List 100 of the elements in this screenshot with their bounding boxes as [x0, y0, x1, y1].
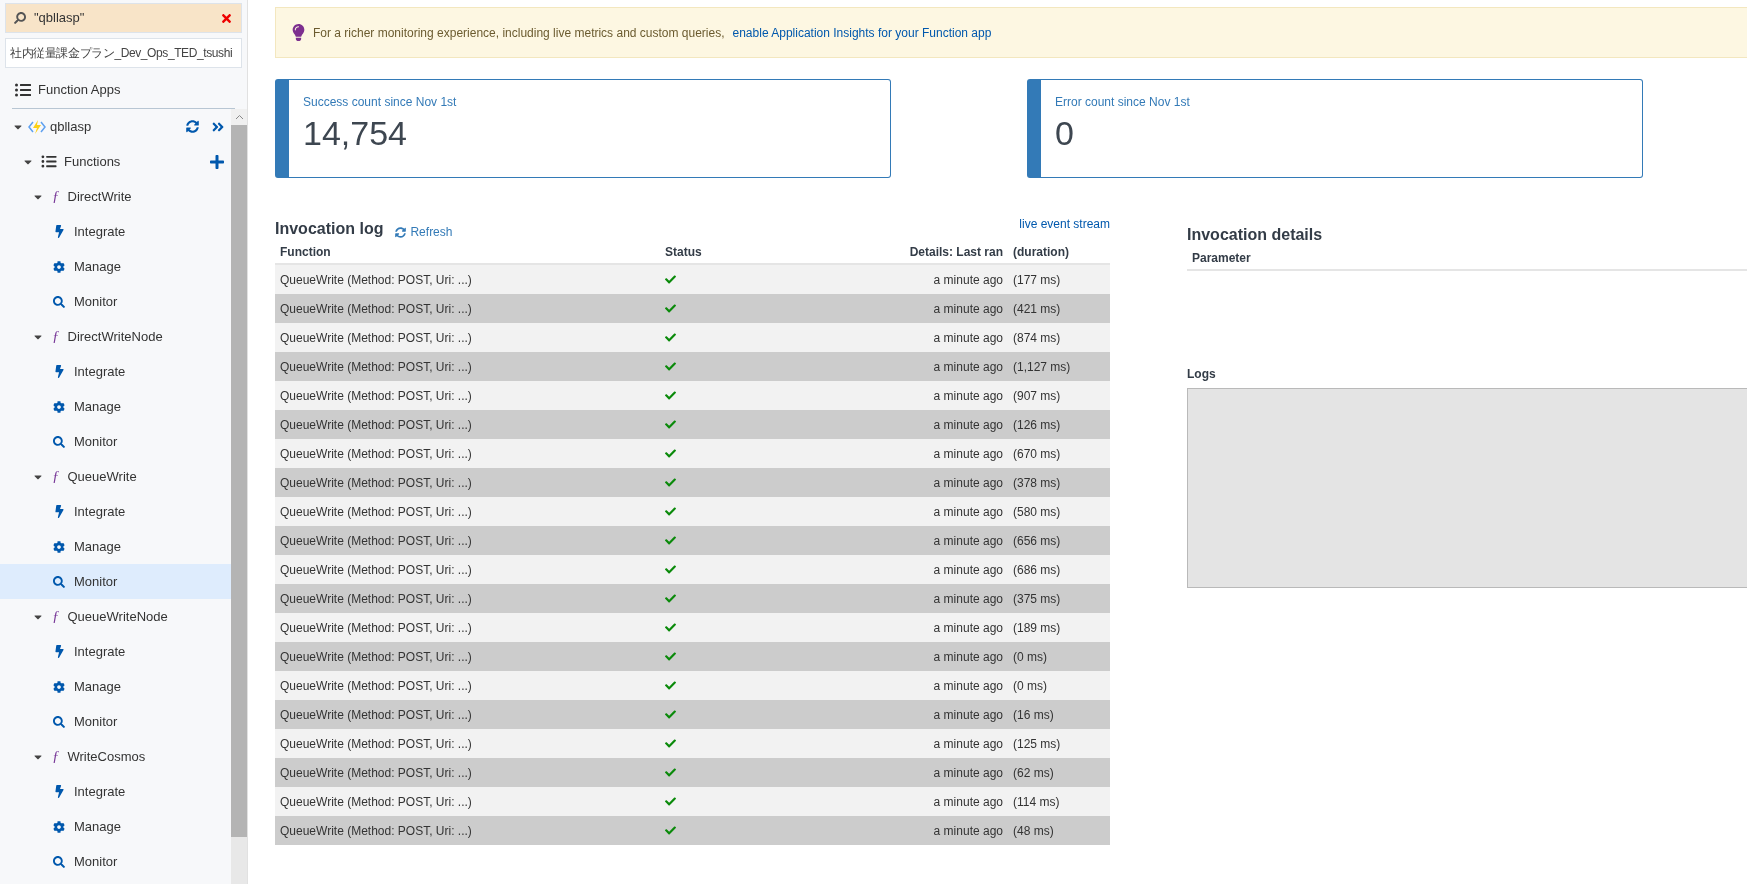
tree-item[interactable]: Monitor	[0, 284, 231, 319]
check-icon	[665, 477, 676, 488]
check-icon	[665, 825, 676, 836]
table-cell-text: (378 ms)	[1012, 474, 1061, 492]
table-cell-text: QueueWrite (Method: POST, Uri: ...)	[279, 793, 473, 811]
table-row[interactable]: QueueWrite (Method: POST, Uri: ...) a minute ago (907 ms)	[275, 381, 1110, 410]
list-icon	[40, 154, 58, 169]
gear-icon	[53, 400, 65, 413]
live-event-stream-link[interactable]: live event stream	[1019, 215, 1110, 233]
check-icon	[665, 332, 676, 343]
function-icon: ƒ	[52, 465, 60, 488]
item-label: Manage	[74, 817, 121, 836]
table-row[interactable]: QueueWrite (Method: POST, Uri: ...) a minute ago (177 ms)	[275, 265, 1110, 294]
table-cell-text: a minute ago	[932, 793, 1003, 811]
table-row[interactable]: QueueWrite (Method: POST, Uri: ...) a minute ago (62 ms)	[275, 758, 1110, 787]
tree-item[interactable]: ƒ QueueWrite	[0, 459, 231, 494]
tree-item[interactable]: Integrate	[0, 494, 231, 529]
gear-icon	[53, 820, 65, 833]
table-row[interactable]: QueueWrite (Method: POST, Uri: ...) a minute ago (686 ms)	[275, 555, 1110, 584]
table-cell-text: a minute ago	[932, 561, 1003, 579]
section-title: Invocation details	[1187, 225, 1324, 245]
tree-item[interactable]: Monitor	[0, 424, 231, 459]
table-row[interactable]: QueueWrite (Method: POST, Uri: ...) a minute ago (16 ms)	[275, 700, 1110, 729]
scrollbar[interactable]	[231, 109, 247, 884]
table-cell-text: (670 ms)	[1012, 445, 1061, 463]
table-cell-text: QueueWrite (Method: POST, Uri: ...)	[279, 822, 473, 840]
table-row[interactable]: QueueWrite (Method: POST, Uri: ...) a minute ago (874 ms)	[275, 323, 1110, 352]
table-row[interactable]: QueueWrite (Method: POST, Uri: ...) a minute ago (421 ms)	[275, 294, 1110, 323]
tree-item[interactable]: Manage	[0, 249, 231, 284]
tree-item[interactable]: ƒ QueueWriteNode	[0, 599, 231, 634]
check-icon	[665, 767, 676, 778]
table-row[interactable]: QueueWrite (Method: POST, Uri: ...) a minute ago (656 ms)	[275, 526, 1110, 555]
tree-item[interactable]: Manage	[0, 809, 231, 844]
item-label: Manage	[74, 397, 121, 416]
tree-item[interactable]: Monitor	[0, 844, 231, 879]
close-icon[interactable]	[220, 11, 233, 25]
table-cell-text: (1,127 ms)	[1012, 358, 1071, 376]
add-icon[interactable]	[209, 153, 225, 170]
card-value: 0	[1055, 113, 1075, 154]
refresh-button[interactable]: Refresh	[395, 223, 453, 241]
tree-item[interactable]: Monitor	[0, 564, 231, 599]
tree-item[interactable]: Manage	[0, 529, 231, 564]
table-cell-text: QueueWrite (Method: POST, Uri: ...)	[279, 706, 473, 724]
tree-item[interactable]: ƒ WriteCosmos	[0, 739, 231, 774]
tree-item[interactable]: Integrate	[0, 634, 231, 669]
table-cell-text: QueueWrite (Method: POST, Uri: ...)	[279, 561, 473, 579]
tree-item[interactable]: Integrate	[0, 774, 231, 809]
table-cell-text: (125 ms)	[1012, 735, 1061, 753]
tree-item[interactable]: Integrate	[0, 354, 231, 389]
check-icon	[665, 419, 676, 430]
banner-text: For a richer monitoring experience, including live metrics and custom queries,	[313, 24, 725, 42]
item-label: Monitor	[74, 712, 118, 731]
function-name: WriteCosmos	[67, 747, 146, 766]
table-row[interactable]: QueueWrite (Method: POST, Uri: ...) a minute ago (48 ms)	[275, 816, 1110, 845]
check-icon	[665, 274, 676, 285]
table-cell-text: a minute ago	[932, 300, 1003, 318]
table-cell-text: QueueWrite (Method: POST, Uri: ...)	[279, 503, 473, 521]
table-row[interactable]: QueueWrite (Method: POST, Uri: ...) a minute ago (375 ms)	[275, 584, 1110, 613]
table-cell-text: a minute ago	[932, 445, 1003, 463]
table-row[interactable]: QueueWrite (Method: POST, Uri: ...) a minute ago (670 ms)	[275, 439, 1110, 468]
tree-item[interactable]: Monitor	[0, 704, 231, 739]
application-insights-link[interactable]: enable Application Insights for your Function app	[732, 23, 992, 42]
table-cell-text: QueueWrite (Method: POST, Uri: ...)	[279, 764, 473, 782]
tree-item[interactable]: qbllasp	[0, 109, 231, 144]
search-field[interactable]: "qbllasp"	[5, 3, 242, 33]
function-name: DirectWrite	[67, 187, 132, 206]
check-icon	[665, 506, 676, 517]
table-cell-text: a minute ago	[932, 619, 1003, 637]
function-name: QueueWrite	[67, 467, 137, 486]
table-cell-text: QueueWrite (Method: POST, Uri: ...)	[279, 677, 473, 695]
table-row[interactable]: QueueWrite (Method: POST, Uri: ...) a minute ago (189 ms)	[275, 613, 1110, 642]
lightning-icon	[53, 505, 65, 518]
table-cell-text: (189 ms)	[1012, 619, 1061, 637]
tree-item[interactable]: Integrate	[0, 214, 231, 249]
tree-item[interactable]: Manage	[0, 669, 231, 704]
table-row[interactable]: QueueWrite (Method: POST, Uri: ...) a minute ago (0 ms)	[275, 671, 1110, 700]
function-apps-link[interactable]: Function Apps	[38, 80, 121, 100]
table-row[interactable]: QueueWrite (Method: POST, Uri: ...) a minute ago (1,127 ms)	[275, 352, 1110, 381]
scroll-up-icon[interactable]	[234, 114, 244, 120]
table-row[interactable]: QueueWrite (Method: POST, Uri: ...) a minute ago (126 ms)	[275, 410, 1110, 439]
subscription-field[interactable]: 社内従量課金プラン_Dev_Ops_TED_tsushi	[5, 38, 242, 68]
check-icon	[665, 390, 676, 401]
logs-label: Logs	[1187, 366, 1217, 383]
tree-item[interactable]: Manage	[0, 389, 231, 424]
item-label: Manage	[74, 677, 121, 696]
tree-item[interactable]: ƒ DirectWriteNode	[0, 319, 231, 354]
tree-item[interactable]: Functions	[0, 144, 231, 179]
table-row[interactable]: QueueWrite (Method: POST, Uri: ...) a minute ago (125 ms)	[275, 729, 1110, 758]
table-row[interactable]: QueueWrite (Method: POST, Uri: ...) a minute ago (0 ms)	[275, 642, 1110, 671]
table-cell-text: a minute ago	[932, 648, 1003, 666]
item-label: Monitor	[74, 572, 118, 591]
table-row[interactable]: QueueWrite (Method: POST, Uri: ...) a minute ago (114 ms)	[275, 787, 1110, 816]
table-cell-text: (907 ms)	[1012, 387, 1061, 405]
tree-item[interactable]: ƒ DirectWrite	[0, 179, 231, 214]
refresh-icon[interactable]	[186, 120, 199, 133]
table-row[interactable]: QueueWrite (Method: POST, Uri: ...) a minute ago (378 ms)	[275, 468, 1110, 497]
table-cell-text: a minute ago	[932, 735, 1003, 753]
table-row[interactable]: QueueWrite (Method: POST, Uri: ...) a minute ago (580 ms)	[275, 497, 1110, 526]
item-label: Integrate	[74, 782, 126, 801]
item-label: Monitor	[74, 852, 118, 871]
